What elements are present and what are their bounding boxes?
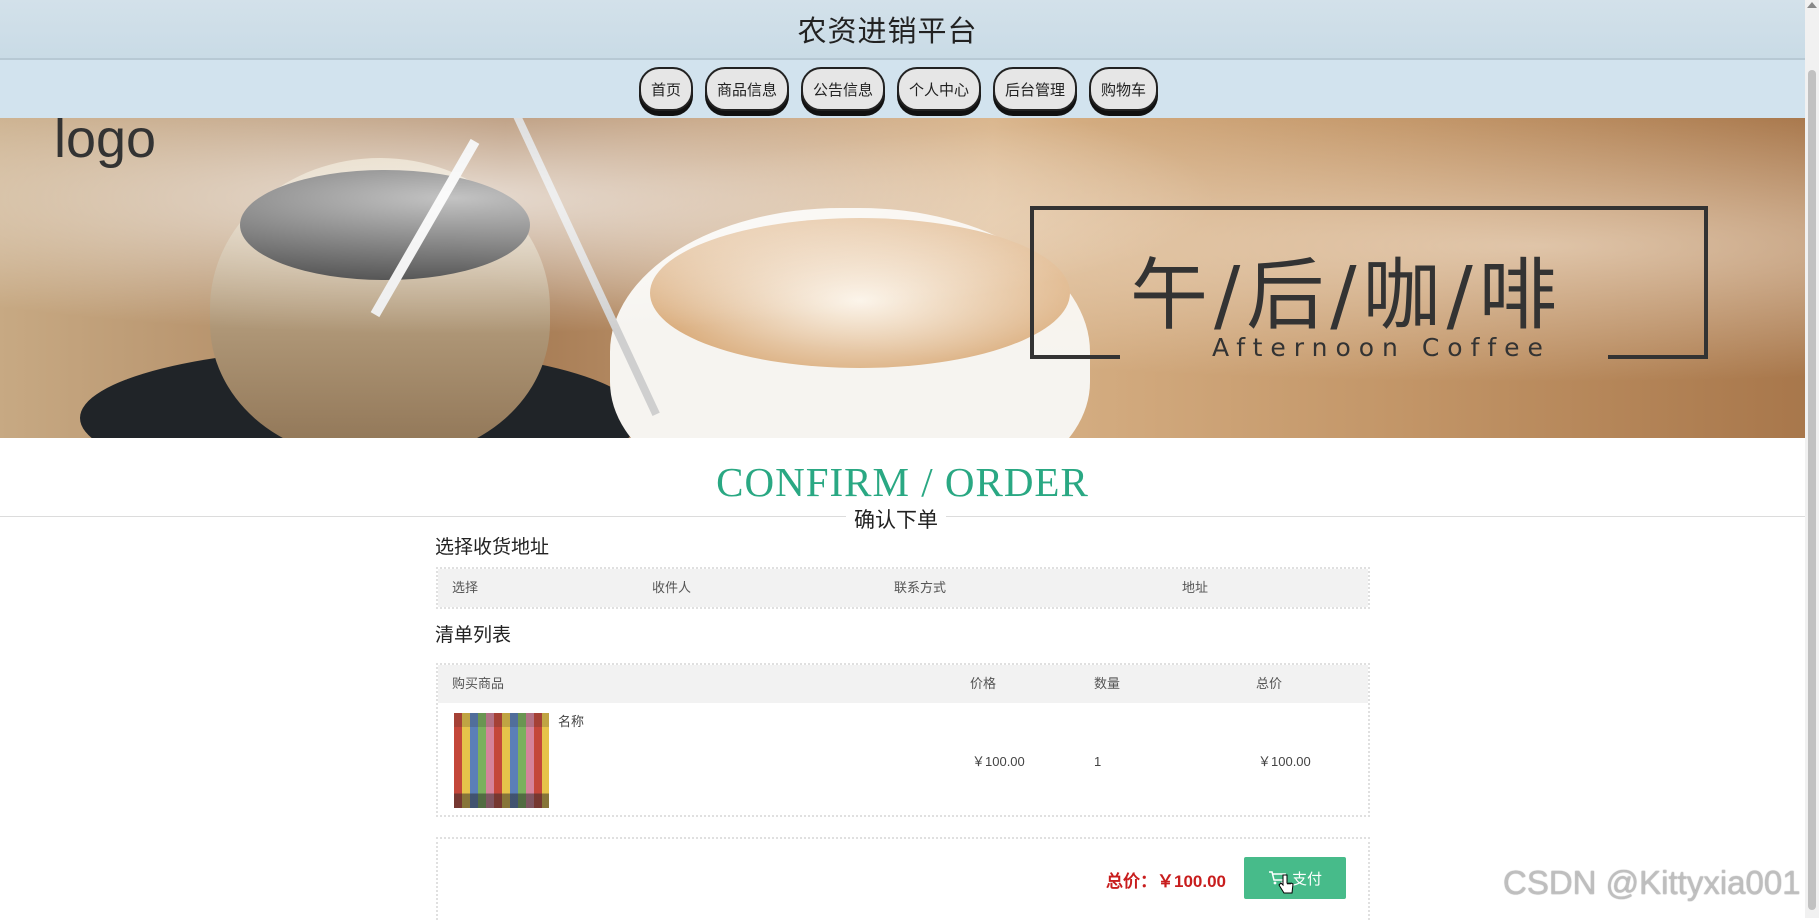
product-price: ￥100.00 (972, 754, 1025, 769)
cart-col-product: 购买商品 (452, 676, 505, 691)
cart-col-quantity: 数量 (1094, 676, 1121, 691)
nav-item-admin[interactable]: 后台管理 (993, 67, 1078, 111)
pay-button-label: 支付 (1291, 870, 1322, 888)
cart-section-title: 清单列表 (435, 624, 512, 646)
cart-table: 购买商品 价格 数量 总价 名称 ￥100.00 1 ￥100.00 (436, 663, 1370, 817)
page-title-en: CONFIRM / ORDER (716, 459, 1089, 505)
product-thumbnail[interactable] (454, 713, 549, 808)
nav-item-announcements[interactable]: 公告信息 (800, 67, 885, 111)
product-total: ￥100.00 (1258, 754, 1311, 769)
hand-cursor-icon (1278, 874, 1294, 894)
address-col-address: 地址 (1182, 580, 1209, 595)
address-col-recipient: 收件人 (652, 580, 692, 595)
nav-item-home[interactable]: 首页 (638, 67, 693, 111)
page-heading: CONFIRM / ORDER 确认下单 (0, 438, 1805, 538)
hero-banner: logo 午/后/咖/啡 Afternoon Coffee (0, 118, 1805, 438)
address-col-select: 选择 (452, 580, 479, 595)
cart-table-header: 购买商品 价格 数量 总价 (438, 665, 1368, 703)
nav-item-products[interactable]: 商品信息 (704, 67, 789, 111)
scroll-thumb[interactable] (1808, 70, 1816, 910)
logo[interactable]: logo (54, 118, 156, 170)
cart-col-price: 价格 (970, 676, 997, 691)
cart-col-total: 总价 (1256, 676, 1283, 691)
scrollbar[interactable] (1805, 0, 1819, 918)
page-title-cn: 确认下单 (846, 504, 946, 534)
product-name[interactable]: 名称 (558, 713, 584, 731)
address-table: 选择 收件人 联系方式 地址 (436, 567, 1370, 609)
pay-button[interactable]: 支付 (1244, 857, 1346, 899)
cart-table-row: 名称 ￥100.00 1 ￥100.00 (438, 703, 1368, 815)
address-table-header: 选择 收件人 联系方式 地址 (438, 569, 1368, 607)
main-nav: 首页 商品信息 公告信息 个人中心 后台管理 购物车 (0, 60, 1805, 118)
watermark: CSDN @Kittyxia001 (1503, 864, 1801, 901)
address-section-title: 选择收货地址 (435, 536, 550, 558)
order-total: 总价：￥100.00 (1106, 872, 1226, 891)
site-header: 农资进销平台 (0, 0, 1805, 60)
nav-item-profile[interactable]: 个人中心 (897, 67, 982, 111)
banner-title-cn: 午/后/咖/啡 (1130, 251, 1563, 341)
order-summary: 总价：￥100.00 支付 (436, 837, 1370, 920)
scroll-up-icon[interactable] (1807, 2, 1817, 8)
nav-list: 首页 商品信息 公告信息 个人中心 后台管理 购物车 (638, 67, 1159, 111)
address-col-contact: 联系方式 (894, 580, 947, 595)
banner-title-en: Afternoon Coffee (1212, 333, 1551, 362)
product-quantity: 1 (1094, 754, 1102, 769)
nav-item-cart[interactable]: 购物车 (1089, 67, 1159, 111)
site-title: 农资进销平台 (797, 14, 978, 48)
